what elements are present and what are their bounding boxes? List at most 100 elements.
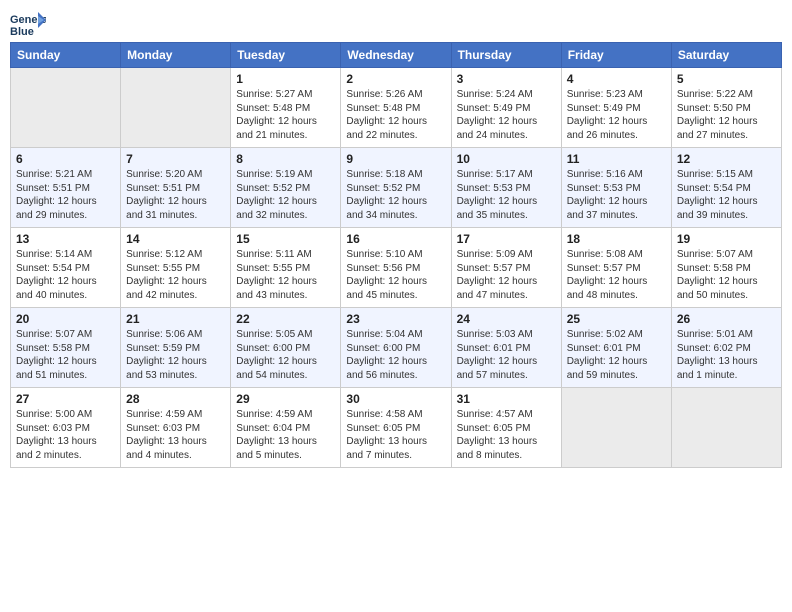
cell-info: Sunrise: 5:01 AMSunset: 6:02 PMDaylight:… (677, 328, 776, 382)
day-number: 13 (16, 232, 115, 246)
cell-info: Sunrise: 5:02 AMSunset: 6:01 PMDaylight:… (567, 328, 666, 382)
cell-info: Sunrise: 5:10 AMSunset: 5:56 PMDaylight:… (346, 248, 445, 302)
cell-info: Sunrise: 5:20 AMSunset: 5:51 PMDaylight:… (126, 168, 225, 222)
column-header-friday: Friday (561, 43, 671, 68)
cell-info: Sunrise: 5:09 AMSunset: 5:57 PMDaylight:… (457, 248, 556, 302)
calendar-cell: 9 Sunrise: 5:18 AMSunset: 5:52 PMDaylight… (341, 148, 451, 228)
cell-info: Sunrise: 5:06 AMSunset: 5:59 PMDaylight:… (126, 328, 225, 382)
calendar-cell: 5 Sunrise: 5:22 AMSunset: 5:50 PMDaylight… (671, 68, 781, 148)
calendar-cell: 17 Sunrise: 5:09 AMSunset: 5:57 PMDayligh… (451, 228, 561, 308)
cell-info: Sunrise: 5:21 AMSunset: 5:51 PMDaylight:… (16, 168, 115, 222)
calendar-cell: 22 Sunrise: 5:05 AMSunset: 6:00 PMDayligh… (231, 308, 341, 388)
day-number: 9 (346, 152, 445, 166)
calendar-cell: 13 Sunrise: 5:14 AMSunset: 5:54 PMDayligh… (11, 228, 121, 308)
day-number: 26 (677, 312, 776, 326)
column-header-thursday: Thursday (451, 43, 561, 68)
calendar-cell: 16Sunrise: 5:10 AMSunset: 5:56 PMDayligh… (341, 228, 451, 308)
column-header-tuesday: Tuesday (231, 43, 341, 68)
calendar-cell: 11 Sunrise: 5:16 AMSunset: 5:53 PMDayligh… (561, 148, 671, 228)
calendar-cell: 7 Sunrise: 5:20 AMSunset: 5:51 PMDaylight… (121, 148, 231, 228)
calendar-cell: 12 Sunrise: 5:15 AMSunset: 5:54 PMDayligh… (671, 148, 781, 228)
cell-info: Sunrise: 5:14 AMSunset: 5:54 PMDaylight:… (16, 248, 115, 302)
cell-info: Sunrise: 4:59 AMSunset: 6:04 PMDaylight:… (236, 408, 335, 462)
day-number: 11 (567, 152, 666, 166)
day-number: 22 (236, 312, 335, 326)
day-number: 2 (346, 72, 445, 86)
cell-info: Sunrise: 5:00 AMSunset: 6:03 PMDaylight:… (16, 408, 115, 462)
cell-info: Sunrise: 5:07 AMSunset: 5:58 PMDaylight:… (677, 248, 776, 302)
calendar-cell: 30 Sunrise: 4:58 AMSunset: 6:05 PMDayligh… (341, 388, 451, 468)
calendar-cell: 29 Sunrise: 4:59 AMSunset: 6:04 PMDayligh… (231, 388, 341, 468)
logo-icon: General Blue (10, 10, 46, 38)
cell-info: Sunrise: 5:05 AMSunset: 6:00 PMDaylight:… (236, 328, 335, 382)
calendar-cell: 23 Sunrise: 5:04 AMSunset: 6:00 PMDayligh… (341, 308, 451, 388)
calendar-cell: 25 Sunrise: 5:02 AMSunset: 6:01 PMDayligh… (561, 308, 671, 388)
cell-info: Sunrise: 5:18 AMSunset: 5:52 PMDaylight:… (346, 168, 445, 222)
day-number: 19 (677, 232, 776, 246)
calendar-cell (121, 68, 231, 148)
day-number: 23 (346, 312, 445, 326)
calendar-cell (11, 68, 121, 148)
calendar-cell: 3Sunrise: 5:24 AMSunset: 5:49 PMDaylight… (451, 68, 561, 148)
cell-info: Sunrise: 5:26 AMSunset: 5:48 PMDaylight:… (346, 88, 445, 142)
calendar-cell: 24 Sunrise: 5:03 AMSunset: 6:01 PMDayligh… (451, 308, 561, 388)
calendar-cell: 4 Sunrise: 5:23 AMSunset: 5:49 PMDaylight… (561, 68, 671, 148)
cell-info: Sunrise: 5:17 AMSunset: 5:53 PMDaylight:… (457, 168, 556, 222)
cell-info: Sunrise: 5:16 AMSunset: 5:53 PMDaylight:… (567, 168, 666, 222)
cell-info: Sunrise: 5:11 AMSunset: 5:55 PMDaylight:… (236, 248, 335, 302)
day-number: 4 (567, 72, 666, 86)
day-number: 18 (567, 232, 666, 246)
day-number: 17 (457, 232, 556, 246)
column-header-sunday: Sunday (11, 43, 121, 68)
calendar-cell: 27 Sunrise: 5:00 AMSunset: 6:03 PMDayligh… (11, 388, 121, 468)
day-number: 7 (126, 152, 225, 166)
column-header-saturday: Saturday (671, 43, 781, 68)
column-header-wednesday: Wednesday (341, 43, 451, 68)
calendar-cell (561, 388, 671, 468)
cell-info: Sunrise: 5:12 AMSunset: 5:55 PMDaylight:… (126, 248, 225, 302)
logo: General Blue (10, 10, 46, 38)
cell-info: Sunrise: 5:27 AMSunset: 5:48 PMDaylight:… (236, 88, 335, 142)
day-number: 24 (457, 312, 556, 326)
day-number: 1 (236, 72, 335, 86)
calendar-cell: 15 Sunrise: 5:11 AMSunset: 5:55 PMDayligh… (231, 228, 341, 308)
day-number: 25 (567, 312, 666, 326)
day-number: 3 (457, 72, 556, 86)
calendar-cell: 8 Sunrise: 5:19 AMSunset: 5:52 PMDaylight… (231, 148, 341, 228)
calendar-cell: 19 Sunrise: 5:07 AMSunset: 5:58 PMDayligh… (671, 228, 781, 308)
calendar-cell: 1 Sunrise: 5:27 AMSunset: 5:48 PMDaylight… (231, 68, 341, 148)
cell-info: Sunrise: 4:58 AMSunset: 6:05 PMDaylight:… (346, 408, 445, 462)
cell-info: Sunrise: 5:15 AMSunset: 5:54 PMDaylight:… (677, 168, 776, 222)
cell-info: Sunrise: 5:03 AMSunset: 6:01 PMDaylight:… (457, 328, 556, 382)
svg-text:Blue: Blue (10, 26, 34, 38)
calendar-cell: 20Sunrise: 5:07 AMSunset: 5:58 PMDayligh… (11, 308, 121, 388)
day-number: 6 (16, 152, 115, 166)
cell-info: Sunrise: 5:19 AMSunset: 5:52 PMDaylight:… (236, 168, 335, 222)
calendar-cell: 6 Sunrise: 5:21 AMSunset: 5:51 PMDaylight… (11, 148, 121, 228)
day-number: 8 (236, 152, 335, 166)
column-header-monday: Monday (121, 43, 231, 68)
day-number: 31 (457, 392, 556, 406)
cell-info: Sunrise: 4:59 AMSunset: 6:03 PMDaylight:… (126, 408, 225, 462)
calendar-cell: 21Sunrise: 5:06 AMSunset: 5:59 PMDayligh… (121, 308, 231, 388)
day-number: 5 (677, 72, 776, 86)
day-number: 20 (16, 312, 115, 326)
cell-info: Sunrise: 4:57 AMSunset: 6:05 PMDaylight:… (457, 408, 556, 462)
day-number: 29 (236, 392, 335, 406)
day-number: 14 (126, 232, 225, 246)
header: General Blue (10, 10, 782, 38)
day-number: 28 (126, 392, 225, 406)
calendar-cell: 10Sunrise: 5:17 AMSunset: 5:53 PMDayligh… (451, 148, 561, 228)
day-number: 15 (236, 232, 335, 246)
cell-info: Sunrise: 5:23 AMSunset: 5:49 PMDaylight:… (567, 88, 666, 142)
calendar-cell: 14 Sunrise: 5:12 AMSunset: 5:55 PMDayligh… (121, 228, 231, 308)
day-number: 27 (16, 392, 115, 406)
calendar-cell: 18Sunrise: 5:08 AMSunset: 5:57 PMDayligh… (561, 228, 671, 308)
calendar-cell: 26 Sunrise: 5:01 AMSunset: 6:02 PMDayligh… (671, 308, 781, 388)
cell-info: Sunrise: 5:22 AMSunset: 5:50 PMDaylight:… (677, 88, 776, 142)
calendar-cell: 2 Sunrise: 5:26 AMSunset: 5:48 PMDaylight… (341, 68, 451, 148)
day-number: 30 (346, 392, 445, 406)
day-number: 12 (677, 152, 776, 166)
calendar-cell: 28 Sunrise: 4:59 AMSunset: 6:03 PMDayligh… (121, 388, 231, 468)
cell-info: Sunrise: 5:04 AMSunset: 6:00 PMDaylight:… (346, 328, 445, 382)
